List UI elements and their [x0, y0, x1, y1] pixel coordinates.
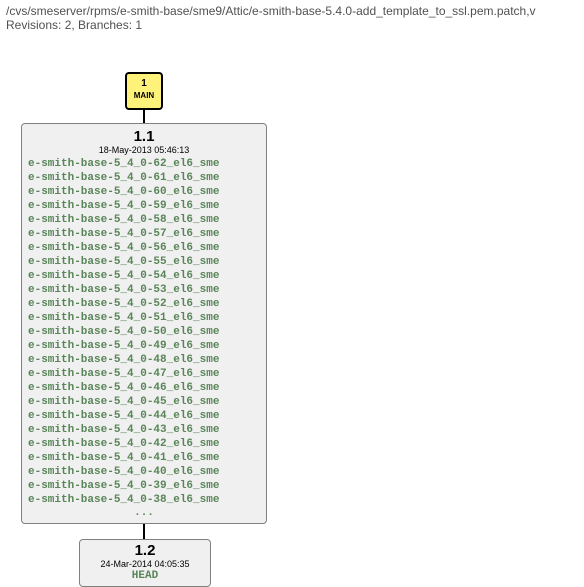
branch-node-number: 1 — [127, 77, 161, 91]
revision-tag: e-smith-base-5_4_0-56_el6_sme — [28, 241, 260, 255]
connector-line — [143, 108, 145, 123]
connector-line — [143, 524, 145, 539]
revision-node-1-1[interactable]: 1.1 18-May-2013 05:46:13 e-smith-base-5_… — [21, 123, 267, 524]
revision-version: 1.1 — [28, 128, 260, 145]
head-label: HEAD — [86, 570, 204, 583]
revision-tag: e-smith-base-5_4_0-46_el6_sme — [28, 381, 260, 395]
revision-date: 18-May-2013 05:46:13 — [28, 145, 260, 155]
revision-tag: e-smith-base-5_4_0-43_el6_sme — [28, 423, 260, 437]
revision-tag: e-smith-base-5_4_0-55_el6_sme — [28, 255, 260, 269]
revision-tag: e-smith-base-5_4_0-60_el6_sme — [28, 185, 260, 199]
revision-tag: e-smith-base-5_4_0-59_el6_sme — [28, 199, 260, 213]
revision-version: 1.2 — [86, 543, 204, 559]
revision-tag: e-smith-base-5_4_0-38_el6_sme — [28, 493, 260, 507]
revision-tag: e-smith-base-5_4_0-48_el6_sme — [28, 353, 260, 367]
branch-node-main[interactable]: 1 MAIN — [125, 72, 163, 110]
revision-tag: e-smith-base-5_4_0-44_el6_sme — [28, 409, 260, 423]
revision-tag: e-smith-base-5_4_0-58_el6_sme — [28, 213, 260, 227]
revision-tag: e-smith-base-5_4_0-57_el6_sme — [28, 227, 260, 241]
revision-tag: e-smith-base-5_4_0-53_el6_sme — [28, 283, 260, 297]
revision-tag: e-smith-base-5_4_0-47_el6_sme — [28, 367, 260, 381]
branch-node-label: MAIN — [127, 91, 161, 101]
revision-tag: e-smith-base-5_4_0-54_el6_sme — [28, 269, 260, 283]
revision-tag: e-smith-base-5_4_0-61_el6_sme — [28, 171, 260, 185]
file-path: /cvs/smeserver/rpms/e-smith-base/sme9/At… — [6, 4, 578, 18]
revision-tag: e-smith-base-5_4_0-52_el6_sme — [28, 297, 260, 311]
revision-tag: e-smith-base-5_4_0-40_el6_sme — [28, 465, 260, 479]
revision-tag: e-smith-base-5_4_0-62_el6_sme — [28, 157, 260, 171]
revision-node-1-2[interactable]: 1.2 24-Mar-2014 04:05:35 HEAD — [79, 539, 211, 587]
revisions-meta: Revisions: 2, Branches: 1 — [6, 18, 578, 32]
revision-tag: e-smith-base-5_4_0-50_el6_sme — [28, 325, 260, 339]
header: /cvs/smeserver/rpms/e-smith-base/sme9/At… — [0, 0, 584, 34]
revision-tags-list: e-smith-base-5_4_0-62_el6_smee-smith-bas… — [28, 157, 260, 507]
revision-tag: e-smith-base-5_4_0-39_el6_sme — [28, 479, 260, 493]
revision-date: 24-Mar-2014 04:05:35 — [86, 559, 204, 570]
revision-tag: e-smith-base-5_4_0-51_el6_sme — [28, 311, 260, 325]
revision-tag: e-smith-base-5_4_0-41_el6_sme — [28, 451, 260, 465]
tags-ellipsis: ... — [28, 507, 260, 519]
revision-tag: e-smith-base-5_4_0-42_el6_sme — [28, 437, 260, 451]
revision-tag: e-smith-base-5_4_0-49_el6_sme — [28, 339, 260, 353]
revision-tag: e-smith-base-5_4_0-45_el6_sme — [28, 395, 260, 409]
